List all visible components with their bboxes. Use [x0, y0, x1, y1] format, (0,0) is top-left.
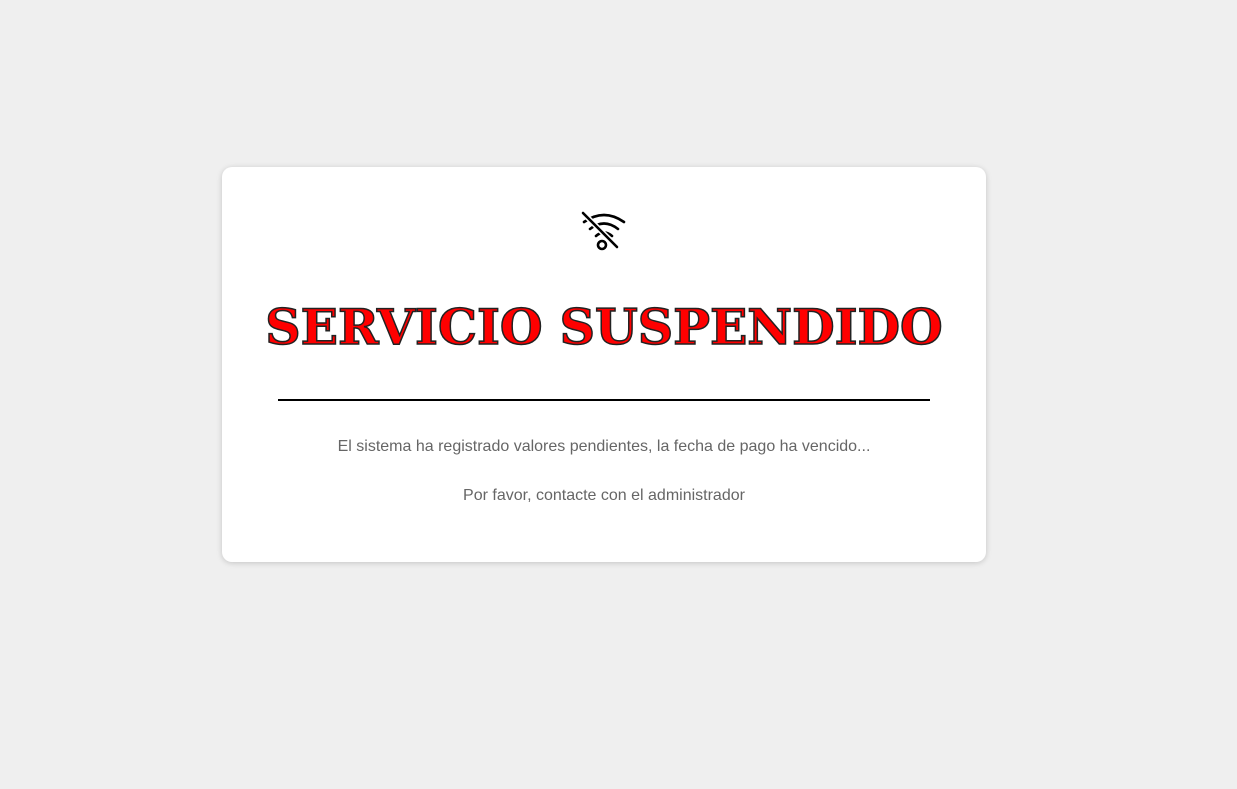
divider [278, 399, 930, 401]
suspension-card: SERVICIO SUSPENDIDO El sistema ha regist… [222, 167, 986, 562]
page: SERVICIO SUSPENDIDO El sistema ha regist… [0, 0, 1237, 789]
page-title: SERVICIO SUSPENDIDO [265, 297, 944, 357]
wifi-off-icon [581, 210, 627, 254]
contact-message: Por favor, contacte con el administrador [463, 487, 745, 504]
status-message: El sistema ha registrado valores pendien… [337, 438, 871, 455]
